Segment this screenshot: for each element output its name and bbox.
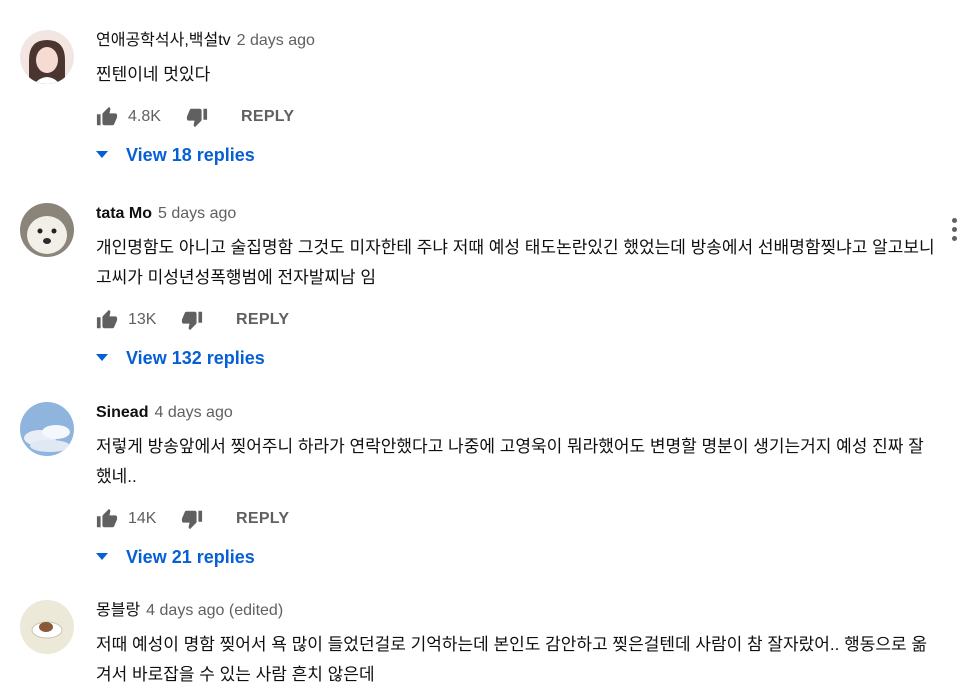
view-replies-label: View 132 replies: [126, 348, 265, 368]
like-button[interactable]: [96, 305, 118, 335]
reply-button[interactable]: REPLY: [236, 504, 289, 534]
avatar[interactable]: [20, 203, 74, 257]
chevron-down-icon: [96, 151, 108, 158]
thumbs-up-icon: [96, 106, 118, 126]
comment-author[interactable]: 연애공학석사,백설tv: [96, 32, 231, 49]
comment-header: 몽블랑 4 days ago (edited): [96, 600, 940, 622]
dislike-button[interactable]: [181, 504, 203, 534]
thumbs-up-icon: [96, 508, 118, 528]
view-replies-button[interactable]: View 18 replies: [96, 140, 940, 170]
comment-text: 저렇게 방송앞에서 찢어주니 하라가 연락안했다고 나중에 고영욱이 뭐라했어도…: [96, 437, 924, 486]
thumbs-up-icon: [96, 309, 118, 329]
comment-actions: 4.8K REPLY: [96, 102, 940, 132]
avatar[interactable]: [20, 30, 74, 84]
comment-text: 찐텐이네 멋있다: [96, 65, 211, 84]
view-replies-label: View 18 replies: [126, 145, 255, 165]
comment-text: 개인명함도 아니고 술집명함 그것도 미자한테 주냐 저때 예성 태도논란있긴 …: [96, 238, 935, 287]
comment-time[interactable]: 2 days ago: [237, 32, 315, 49]
comment-header: tata Mo 5 days ago: [96, 203, 940, 225]
like-count: 4.8K: [128, 108, 161, 125]
comment-actions: 14K REPLY: [96, 504, 940, 534]
view-replies-button[interactable]: View 132 replies: [96, 343, 940, 373]
comment-time[interactable]: 4 days ago: [154, 404, 232, 421]
comment-header: 연애공학석사,백설tv 2 days ago: [96, 30, 940, 52]
avatar[interactable]: [20, 600, 74, 654]
comment-time[interactable]: 5 days ago: [158, 205, 236, 222]
view-replies-button[interactable]: View 21 replies: [96, 542, 940, 572]
like-button[interactable]: [96, 102, 118, 132]
thumbs-down-icon: [181, 311, 203, 331]
thumbs-down-icon: [186, 108, 208, 128]
like-button[interactable]: [96, 504, 118, 534]
comment-time[interactable]: 4 days ago (edited): [146, 602, 283, 619]
avatar[interactable]: [20, 402, 74, 456]
comment-author[interactable]: tata Mo: [96, 205, 152, 222]
comment-header: Sinead 4 days ago: [96, 402, 940, 424]
chevron-down-icon: [96, 553, 108, 560]
comment-text: 저때 예성이 명함 찢어서 욕 많이 들었던걸로 기억하는데 본인도 감안하고 …: [96, 635, 928, 684]
comment-actions: 13K REPLY: [96, 305, 940, 335]
thumbs-down-icon: [181, 510, 203, 530]
like-count: 13K: [128, 311, 157, 328]
like-count: 14K: [128, 510, 157, 527]
view-replies-label: View 21 replies: [126, 547, 255, 567]
reply-button[interactable]: REPLY: [236, 305, 289, 335]
dislike-button[interactable]: [181, 305, 203, 335]
dislike-button[interactable]: [186, 102, 208, 132]
comment-author[interactable]: Sinead: [96, 404, 148, 421]
reply-button[interactable]: REPLY: [241, 102, 294, 132]
chevron-down-icon: [96, 354, 108, 361]
comment-author[interactable]: 몽블랑: [96, 602, 140, 619]
more-vertical-icon[interactable]: [950, 218, 960, 244]
